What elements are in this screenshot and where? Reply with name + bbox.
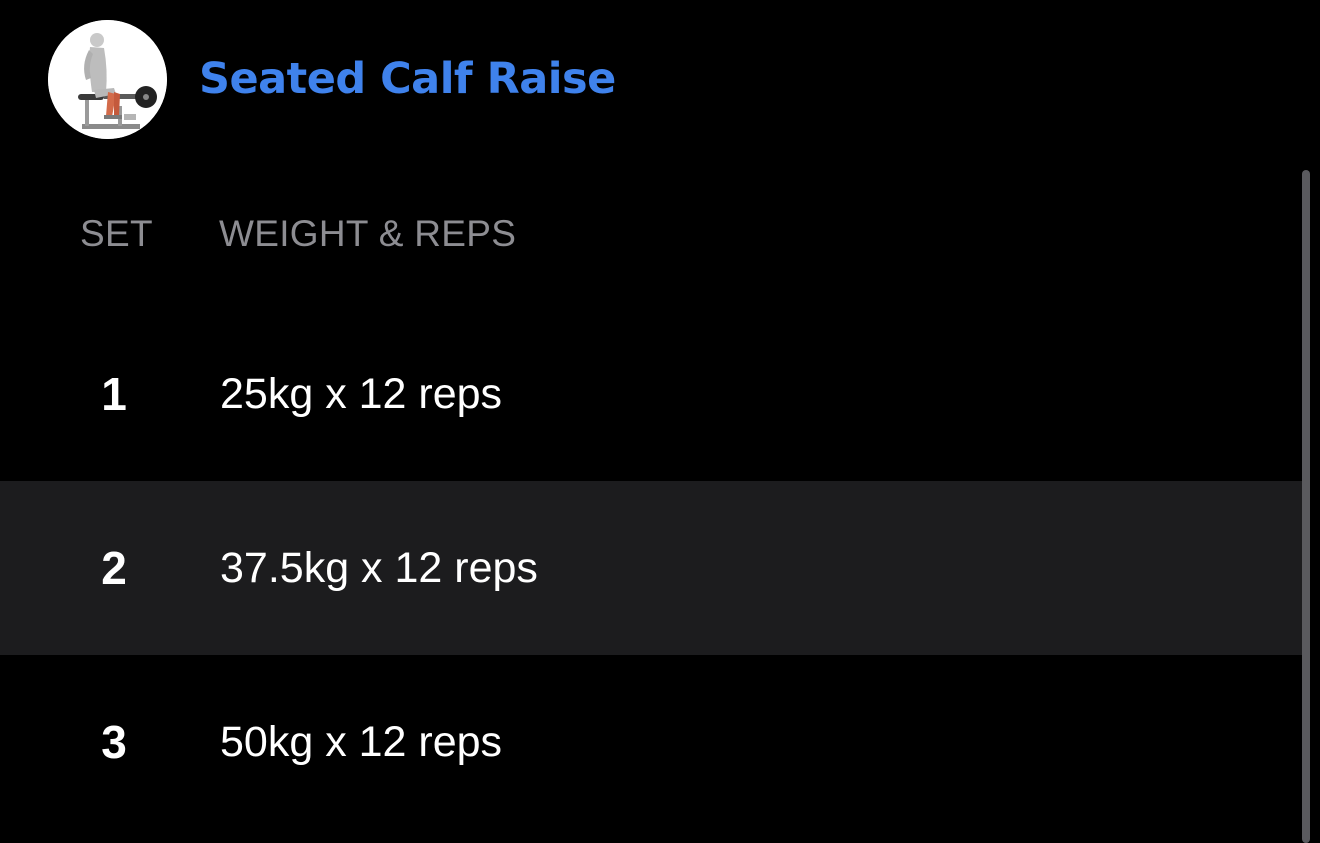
vertical-scrollbar[interactable] (1302, 170, 1310, 843)
set-row[interactable]: 3 50kg x 12 reps (0, 655, 1306, 829)
set-weight-reps: 37.5kg x 12 reps (220, 544, 538, 592)
set-row[interactable]: 2 37.5kg x 12 reps (0, 481, 1306, 655)
column-header-set: SET (80, 213, 153, 254)
seated-calf-raise-icon (48, 19, 167, 139)
set-number: 3 (101, 716, 127, 768)
set-weight-reps: 50kg x 12 reps (220, 718, 503, 766)
set-number: 1 (101, 368, 127, 420)
exercise-thumbnail[interactable] (48, 19, 167, 139)
exercise-title[interactable]: Seated Calf Raise (199, 54, 616, 104)
set-number: 2 (101, 542, 127, 594)
set-row[interactable]: 1 25kg x 12 reps (0, 307, 1306, 481)
set-weight-reps: 25kg x 12 reps (220, 370, 503, 418)
exercise-header[interactable]: Seated Calf Raise (48, 19, 616, 139)
column-header-weight-reps: WEIGHT & REPS (219, 213, 517, 254)
workout-exercise-screen: Seated Calf Raise SET WEIGHT & REPS 1 25… (0, 0, 1320, 843)
